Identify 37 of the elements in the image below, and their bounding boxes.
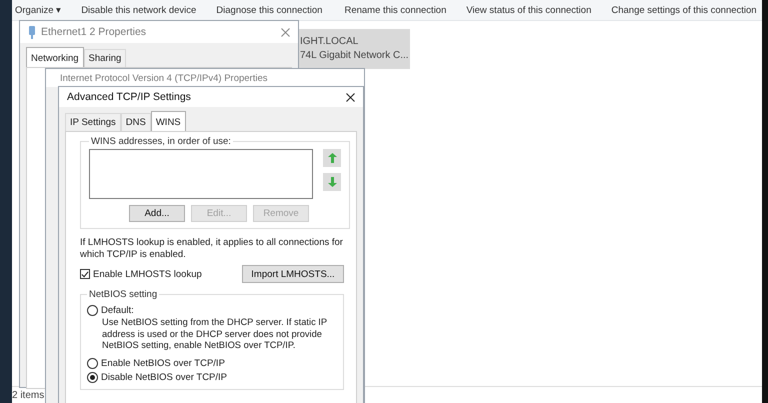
- selected-network-item[interactable]: IGHT.LOCAL 74L Gigabit Network C...: [298, 29, 410, 69]
- wins-address-list[interactable]: [89, 149, 313, 199]
- status-bar-text: 2 items: [12, 390, 44, 400]
- radio-label: Default:: [101, 305, 134, 316]
- checkbox-label: Enable LMHOSTS lookup: [93, 268, 202, 280]
- close-icon[interactable]: [346, 92, 355, 102]
- window-title: Ethernet1 2 Properties: [41, 26, 148, 38]
- radio-button[interactable]: [87, 358, 98, 368]
- toolbar-command[interactable]: View status of this connection: [466, 4, 592, 16]
- group-label: NetBIOS setting: [88, 289, 158, 300]
- toolbar-command[interactable]: Disable this network device: [81, 4, 196, 16]
- toolbar-command[interactable]: Diagnose this connection: [216, 4, 322, 16]
- tab[interactable]: IP Settings: [65, 113, 121, 131]
- window-title: Internet Protocol Version 4 (TCP/IPv4) Properties: [60, 72, 269, 84]
- toolbar-command[interactable]: Rename this connection: [344, 4, 446, 16]
- window-title: Advanced TCP/IP Settings: [67, 91, 192, 103]
- radio-button[interactable]: [87, 305, 98, 316]
- item-text: IGHT.LOCAL: [300, 35, 360, 49]
- radio-label: Disable NetBIOS over TCP/IP: [101, 372, 228, 382]
- toolbar-command[interactable]: Organize ▾: [15, 4, 62, 16]
- tab[interactable]: WINS: [150, 111, 186, 131]
- option-description: Use NetBIOS setting from the DHCP server. If static IP address is used or the DHCP server does not provide NetBIOS setting, enable NetBIOS over TCP/IP.: [102, 317, 328, 352]
- tab[interactable]: DNS: [120, 113, 151, 131]
- checkbox[interactable]: [80, 269, 90, 279]
- toolbar-command[interactable]: Change settings of this connection: [611, 4, 757, 16]
- group-label: WINS addresses, in order of use:: [90, 136, 232, 147]
- tab[interactable]: Networking: [26, 47, 84, 67]
- tab[interactable]: Sharing: [84, 49, 126, 67]
- lmhosts-note: If LMHOSTS lookup is enabled, it applies to all connections for which TCP/IP is enabled.: [80, 237, 344, 261]
- radio-label: Enable NetBIOS over TCP/IP: [101, 358, 225, 368]
- down-arrow-icon: [328, 177, 336, 187]
- network-adapter-icon: [28, 26, 36, 38]
- radio-button[interactable]: [87, 372, 98, 382]
- dialog-button[interactable]: Add...: [129, 205, 185, 222]
- item-text: 74L Gigabit Network C...: [300, 49, 410, 63]
- import-button[interactable]: Import LMHOSTS...: [242, 265, 344, 283]
- up-arrow-icon: [328, 153, 336, 163]
